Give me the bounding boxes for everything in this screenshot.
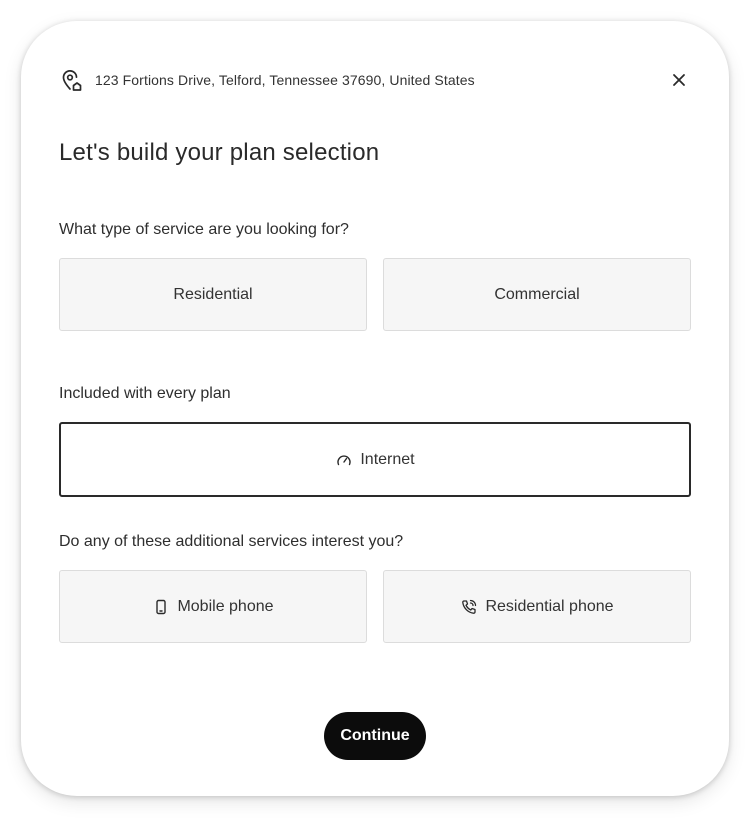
residential-phone-option[interactable]: Residential phone: [383, 570, 691, 643]
speedometer-icon: [335, 451, 353, 469]
mobile-phone-option[interactable]: Mobile phone: [59, 570, 367, 643]
residential-option[interactable]: Residential: [59, 258, 367, 331]
continue-button[interactable]: Continue: [324, 712, 426, 760]
service-address: 123 Fortions Drive, Telford, Tennessee 3…: [95, 72, 475, 88]
included-heading: Included with every plan: [59, 385, 231, 402]
plan-selection-modal: 123 Fortions Drive, Telford, Tennessee 3…: [21, 21, 729, 796]
commercial-option[interactable]: Commercial: [383, 258, 691, 331]
mobile-phone-icon: [152, 598, 170, 616]
option-label: Internet: [360, 450, 415, 468]
phone-call-icon: [460, 598, 478, 616]
internet-included-item: Internet: [59, 422, 691, 497]
option-label: Commercial: [494, 285, 580, 303]
additional-services-question: Do any of these additional services inte…: [59, 533, 404, 550]
close-button[interactable]: [667, 68, 691, 92]
option-label: Residential: [173, 285, 253, 303]
option-label: Mobile phone: [177, 597, 274, 615]
option-label: Residential phone: [485, 597, 614, 615]
close-icon: [673, 74, 685, 86]
page-title: Let's build your plan selection: [59, 139, 380, 166]
map-pin-home-icon: [59, 68, 83, 92]
service-type-question: What type of service are you looking for…: [59, 221, 349, 238]
modal-header: 123 Fortions Drive, Telford, Tennessee 3…: [59, 67, 691, 93]
